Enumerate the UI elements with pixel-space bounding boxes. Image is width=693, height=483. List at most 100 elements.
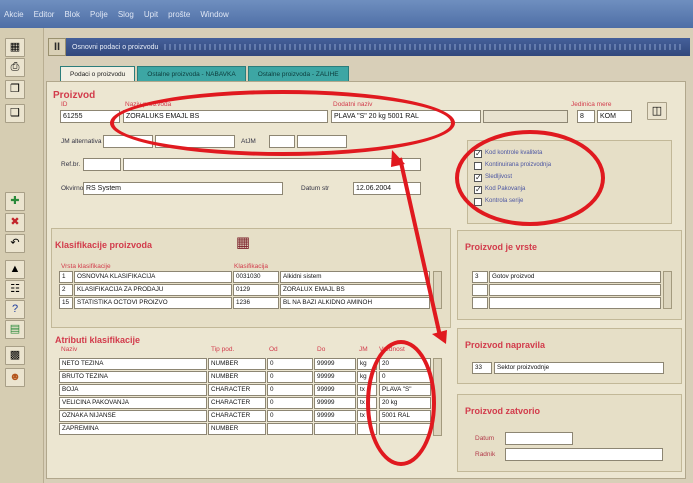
klas-row-3-n[interactable]: 15 — [59, 297, 73, 309]
id-field[interactable]: 61255 — [60, 110, 120, 123]
checkbox-sledljivost[interactable]: ✓ — [474, 174, 482, 182]
help-icon[interactable]: ? — [5, 300, 25, 319]
checkbox-kontinuirana[interactable] — [474, 162, 482, 170]
attr-row-1-od[interactable]: 0 — [267, 358, 313, 370]
insert-record-icon[interactable]: ✚ — [5, 192, 25, 211]
ref-field[interactable] — [83, 158, 121, 171]
attr-row-6-tip[interactable]: NUMBER — [208, 423, 266, 435]
name-field[interactable]: ZORALUKS EMAJL BS — [123, 110, 328, 123]
unit-field[interactable]: KOM — [597, 110, 632, 123]
klas-row-1-vrsta[interactable]: OSNOVNA KLASIFIKACIJA — [74, 271, 232, 283]
tab-podaci[interactable]: Podaci o proizvodu — [60, 66, 136, 81]
attr-row-4-vrednost[interactable]: 20 kg — [379, 397, 431, 409]
attr-row-3-tip[interactable]: CHARACTER — [208, 384, 266, 396]
attr-row-4-naziv[interactable]: VELICINA PAKOVANJA — [59, 397, 207, 409]
attr-row-3-jm[interactable]: tx — [357, 384, 377, 396]
klas-row-3-vrsta[interactable]: STATISTIKA OCTOVI PROIZVO — [74, 297, 232, 309]
menu-item-proste[interactable]: prošte — [168, 10, 190, 19]
atjm-field[interactable] — [269, 135, 295, 148]
attr-row-3-vrednost[interactable]: PLAVA "S" — [379, 384, 431, 396]
vrste-scrollbar[interactable] — [663, 271, 672, 309]
jm-alt-field[interactable] — [103, 135, 153, 148]
enter-query-icon[interactable]: ▲ — [5, 260, 25, 279]
tab-zalihe[interactable]: Ostalne proizvoda - ZALIHE — [247, 66, 349, 81]
ref-field-2[interactable] — [123, 158, 421, 171]
checkbox-kod-pakovanja[interactable]: ✓ — [474, 186, 482, 194]
attr-row-6-jm[interactable] — [357, 423, 377, 435]
klas-row-2-vrsta[interactable]: KLASIFIKACIJA ZA PRODAJU — [74, 284, 232, 296]
checkbox-kod-kontrole[interactable]: ✓ — [474, 150, 482, 158]
execute-query-icon[interactable]: ☷ — [5, 280, 25, 299]
klasifikacije-scrollbar[interactable] — [433, 271, 442, 309]
checkbox-kontrola-serije[interactable] — [474, 198, 482, 206]
classification-icon[interactable]: ▦ — [233, 232, 253, 254]
attr-row-5-tip[interactable]: CHARACTER — [208, 410, 266, 422]
klas-row-1-code[interactable]: 0031030 — [233, 271, 279, 283]
extra-name-field[interactable]: PLAVA "S" 20 kg 5001 RAL — [331, 110, 481, 123]
vrste-code[interactable]: 3 — [472, 271, 488, 283]
vrste-value-2[interactable] — [489, 284, 661, 296]
attr-row-3-do[interactable]: 99999 — [314, 384, 356, 396]
print-icon[interactable]: ⎙ — [5, 58, 25, 77]
copy-icon[interactable]: ❐ — [5, 80, 25, 99]
attr-row-1-vrednost[interactable]: 20 — [379, 358, 431, 370]
menu-item-editor[interactable]: Editor — [34, 10, 55, 19]
menu-item-blok[interactable]: Blok — [64, 10, 80, 19]
klas-row-2-code[interactable]: 0129 — [233, 284, 279, 296]
attr-row-1-jm[interactable]: kg — [357, 358, 377, 370]
attr-row-2-vrednost[interactable]: 0 — [379, 371, 431, 383]
napravila-code[interactable]: 33 — [472, 362, 492, 374]
klas-row-2-n[interactable]: 2 — [59, 284, 73, 296]
attr-row-5-vrednost[interactable]: 5001 RAL — [379, 410, 431, 422]
attr-row-5-jm[interactable]: tx — [357, 410, 377, 422]
list-values-icon[interactable]: ▤ — [5, 320, 25, 339]
attr-row-2-do[interactable]: 99999 — [314, 371, 356, 383]
klas-row-2-naziv[interactable]: ZORALUX EMAJL BS — [280, 284, 430, 296]
vrste-value[interactable]: Gotov proizvod — [489, 271, 661, 283]
attr-row-1-tip[interactable]: NUMBER — [208, 358, 266, 370]
paste-icon[interactable]: ❑ — [5, 104, 25, 123]
vrste-code-3[interactable] — [472, 297, 488, 309]
attr-row-2-od[interactable]: 0 — [267, 371, 313, 383]
delete-record-icon[interactable]: ✖ — [5, 213, 25, 232]
menu-item-upit[interactable]: Upit — [144, 10, 158, 19]
klas-row-3-naziv[interactable]: BL NA BAZI ALKIDNO AMINOH — [280, 297, 430, 309]
attr-row-6-naziv[interactable]: ZAPREMINA — [59, 423, 207, 435]
attr-row-6-od[interactable] — [267, 423, 313, 435]
radnik-field[interactable] — [505, 448, 663, 461]
klas-row-1-n[interactable]: 1 — [59, 271, 73, 283]
atjm-field-2[interactable] — [297, 135, 347, 148]
attr-row-4-tip[interactable]: CHARACTER — [208, 397, 266, 409]
owner-field[interactable]: RS System — [83, 182, 283, 195]
attr-row-3-naziv[interactable]: BOJA — [59, 384, 207, 396]
attr-row-5-do[interactable]: 99999 — [314, 410, 356, 422]
undo-icon[interactable]: ↶ — [5, 234, 25, 253]
datum-field[interactable] — [505, 432, 573, 445]
attr-row-5-od[interactable]: 0 — [267, 410, 313, 422]
klas-row-3-code[interactable]: 1236 — [233, 297, 279, 309]
date-field[interactable]: 12.06.2004 — [353, 182, 421, 195]
attr-row-2-jm[interactable]: kg — [357, 371, 377, 383]
save-icon[interactable]: ▦ — [5, 38, 25, 57]
users-icon[interactable]: ☻ — [5, 368, 25, 387]
atributi-scrollbar[interactable] — [433, 358, 442, 436]
menu-item-slog[interactable]: Slog — [118, 10, 134, 19]
tab-nabavka[interactable]: Ostalne proizvoda - NABAVKA — [137, 66, 246, 81]
book-icon[interactable]: ▩ — [5, 346, 25, 365]
document-icon[interactable]: ◫ — [647, 102, 667, 120]
attr-row-6-vrednost[interactable] — [379, 423, 431, 435]
unit-code-field[interactable]: 8 — [577, 110, 595, 123]
vrste-code-2[interactable] — [472, 284, 488, 296]
attr-row-6-do[interactable] — [314, 423, 356, 435]
menu-item-window[interactable]: Window — [200, 10, 228, 19]
jm-alt-field-2[interactable] — [155, 135, 235, 148]
menu-item-polje[interactable]: Polje — [90, 10, 108, 19]
attr-row-4-do[interactable]: 99999 — [314, 397, 356, 409]
napravila-value[interactable]: Sektor proizvodnje — [494, 362, 664, 374]
attr-row-1-naziv[interactable]: NETO TEZINA — [59, 358, 207, 370]
menu-item-akcie[interactable]: Akcie — [4, 10, 24, 19]
attr-row-5-naziv[interactable]: OZNAKA NIJANSE — [59, 410, 207, 422]
extra-name-field-2[interactable] — [483, 110, 568, 123]
attr-row-4-od[interactable]: 0 — [267, 397, 313, 409]
vrste-value-3[interactable] — [489, 297, 661, 309]
